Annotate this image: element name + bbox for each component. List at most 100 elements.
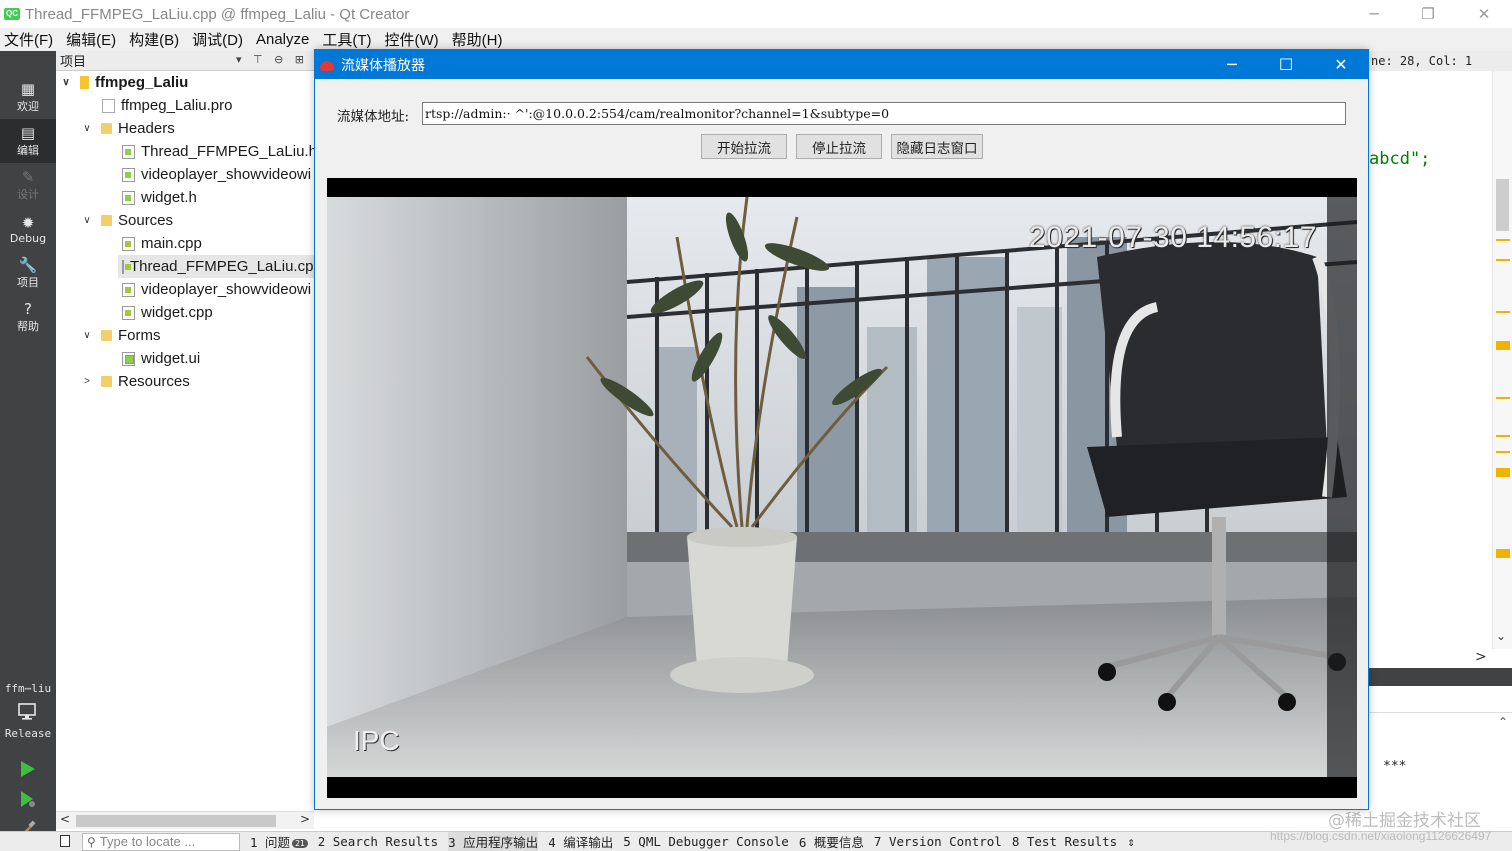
tree-node-label: widget.h [141, 189, 197, 206]
tree-node-project[interactable]: ∨ ffmpeg_Laliu [60, 71, 188, 94]
debug-play-icon [21, 791, 35, 807]
expand-arrow-icon[interactable]: ∨ [81, 330, 93, 341]
cpp-file-icon [122, 236, 135, 251]
tab-application-output[interactable]: 3 应用程序输出 [448, 832, 539, 851]
scrollbar-thumb[interactable] [1496, 179, 1509, 231]
expand-arrow-icon[interactable]: ∨ [60, 77, 72, 88]
osd-timestamp: 2021-07-30 14:56:17 [1028, 221, 1317, 254]
tab-label: 1 问题 [250, 835, 291, 850]
mode-edit[interactable]: ▤ 编辑 [0, 119, 56, 163]
window-titlebar: QC Thread_FFMPEG_LaLiu.cpp @ ffmpeg_Lali… [0, 0, 1512, 28]
more-tabs-icon[interactable]: ⇕ [1127, 834, 1135, 849]
locator-input[interactable]: ⚲ Type to locate ... [82, 832, 240, 851]
tree-node-sources[interactable]: ∨ Sources [81, 209, 173, 232]
restore-button[interactable]: ❐ [1400, 0, 1456, 28]
scroll-down-icon[interactable]: ⌄ [1496, 629, 1506, 643]
mode-welcome[interactable]: ▦ 欢迎 [0, 75, 56, 119]
qt-creator-icon: QC [4, 8, 20, 20]
tree-horizontal-scrollbar[interactable]: < > [56, 811, 314, 829]
mode-debug[interactable]: ✹ Debug [0, 207, 56, 251]
menu-file[interactable]: 文件(F) [4, 29, 53, 50]
menu-controls[interactable]: 控件(W) [385, 29, 439, 50]
folder-icon [101, 376, 112, 387]
kit-project-name: ffm⋯liu [4, 682, 52, 695]
tree-node-file[interactable]: main.cpp [122, 232, 202, 255]
mode-projects[interactable]: 🔧 项目 [0, 251, 56, 295]
menu-help[interactable]: 帮助(H) [452, 29, 503, 50]
tree-node-label: widget.ui [141, 350, 201, 367]
tree-node-label: ffmpeg_Laliu.pro [121, 97, 233, 114]
search-marker [1496, 239, 1510, 241]
tab-qml-debugger-console[interactable]: 5 QML Debugger Console [623, 834, 789, 849]
tree-node-headers[interactable]: ∨ Headers [81, 117, 174, 140]
menu-analyze[interactable]: Analyze [256, 31, 309, 48]
scroll-left-icon[interactable]: < [60, 812, 70, 826]
mode-help[interactable]: ? 帮助 [0, 295, 56, 339]
editor-vertical-scrollbar[interactable]: ⌄ [1492, 71, 1512, 649]
projects-panel-title: 项目 [60, 55, 87, 70]
expand-arrow-icon[interactable]: > [81, 376, 93, 387]
tree-node-label: main.cpp [141, 235, 202, 252]
tree-node-label: Thread_FFMPEG_LaLiu.h [141, 143, 314, 160]
tree-node-file[interactable]: videoplayer_showvideowi [122, 163, 311, 186]
scroll-up-icon[interactable]: ⌃ [1498, 715, 1508, 729]
debug-run-button[interactable] [16, 787, 40, 811]
toggle-sidebar-icon[interactable] [60, 835, 70, 847]
code-string-fragment: abcd"; [1369, 149, 1431, 169]
menu-tools[interactable]: 工具(T) [322, 29, 371, 50]
minimize-button[interactable]: ─ [1346, 0, 1402, 28]
dialog-close-button[interactable]: ✕ [1313, 50, 1369, 79]
tree-node-file[interactable]: widget.h [122, 186, 197, 209]
tree-node-file[interactable]: widget.ui [122, 347, 200, 370]
expand-arrow-icon[interactable]: ∨ [81, 123, 93, 134]
close-button[interactable]: ✕ [1456, 0, 1512, 28]
stop-stream-button[interactable]: 停止拉流 [796, 134, 882, 159]
run-button[interactable] [16, 757, 40, 781]
help-icon: ? [24, 300, 32, 318]
tree-node-forms[interactable]: ∨ Forms [81, 324, 160, 347]
header-file-icon [122, 167, 135, 182]
menu-debug[interactable]: 调试(D) [192, 29, 243, 50]
tree-node-resources[interactable]: > Resources [81, 370, 190, 393]
scroll-right-icon[interactable]: > [300, 812, 310, 826]
tree-node-file[interactable]: videoplayer_showvideowi [122, 278, 311, 301]
expand-arrow-icon[interactable]: ∨ [81, 215, 93, 226]
hide-log-button[interactable]: 隐藏日志窗口 [891, 134, 983, 159]
stream-address-input[interactable]: rtsp://admin:· ^':@10.0.0.2:554/cam/real… [422, 102, 1346, 125]
dialog-minimize-button[interactable]: ─ [1204, 50, 1260, 79]
menu-build[interactable]: 构建(B) [129, 29, 179, 50]
scroll-right-icon[interactable]: > [1475, 649, 1487, 665]
locator-placeholder: Type to locate ... [99, 834, 196, 849]
tab-version-control[interactable]: 7 Version Control [874, 834, 1002, 849]
video-display[interactable]: 2021-07-30 14:56:17 IPC [327, 178, 1357, 798]
tree-node-pro-file[interactable]: ffmpeg_Laliu.pro [102, 94, 232, 117]
scrollbar-thumb[interactable] [76, 815, 276, 827]
search-marker [1496, 397, 1510, 399]
tab-test-results[interactable]: 8 Test Results [1012, 834, 1117, 849]
osd-camera-label: IPC [353, 725, 400, 756]
dialog-maximize-button[interactable]: ☐ [1258, 50, 1314, 79]
stream-address-label: 流媒体地址: [337, 109, 410, 125]
kit-build-config[interactable]: Release [0, 727, 56, 740]
cursor-position-indicator: ne: 28, Col: 1 [1369, 51, 1512, 71]
start-stream-button[interactable]: 开始拉流 [701, 134, 787, 159]
dialog-titlebar: 流媒体播放器 ─ ☐ ✕ [315, 50, 1368, 79]
tree-node-file[interactable]: widget.cpp [122, 301, 213, 324]
tree-node-file-selected[interactable]: Thread_FFMPEG_LaLiu.cpp [118, 255, 314, 278]
panel-toolbar-icons[interactable]: ▾ ⊤ ⊖ ⊞ [236, 53, 308, 66]
folder-icon [101, 123, 112, 134]
tab-issues[interactable]: 1 问题 21 [250, 832, 308, 851]
mode-design[interactable]: ✎ 设计 [0, 163, 56, 207]
output-pane-header [1369, 668, 1512, 686]
monitor-icon[interactable] [17, 701, 39, 723]
menu-bar: 文件(F) 编辑(E) 构建(B) 调试(D) Analyze 工具(T) 控件… [0, 28, 1512, 51]
menu-edit[interactable]: 编辑(E) [66, 29, 116, 50]
tree-node-label: Thread_FFMPEG_LaLiu.cpp [130, 258, 314, 275]
tree-node-label: ffmpeg_Laliu [95, 74, 189, 91]
tab-general-messages[interactable]: 6 概要信息 [799, 832, 864, 851]
folder-icon [101, 215, 112, 226]
tree-node-file[interactable]: Thread_FFMPEG_LaLiu.h [122, 140, 314, 163]
wrench-icon: 🔧 [18, 256, 38, 274]
tab-compile-output[interactable]: 4 编译输出 [548, 832, 613, 851]
tab-search-results[interactable]: 2 Search Results [318, 834, 438, 849]
